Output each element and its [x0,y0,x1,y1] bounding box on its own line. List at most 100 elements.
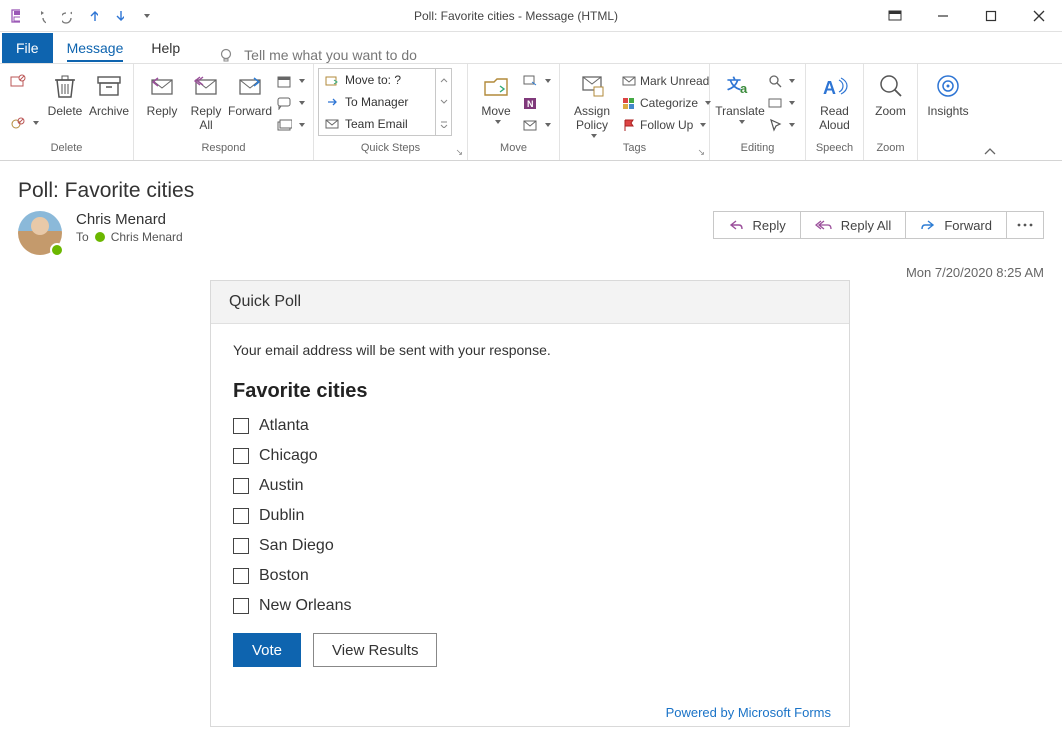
checkbox-icon[interactable] [233,598,249,614]
powered-by-link[interactable]: Powered by Microsoft Forms [211,691,849,726]
junk-icon [10,116,26,130]
envelope-icon [622,75,636,87]
group-label-zoom: Zoom [864,142,917,160]
poll-option[interactable]: Dublin [233,507,827,525]
mark-unread-button[interactable]: Mark Unread [618,70,715,92]
tab-file[interactable]: File [2,33,53,63]
action-reply-all-button[interactable]: Reply All [800,211,907,239]
reply-all-icon [192,74,220,98]
assign-policy-button[interactable]: Assign Policy [566,68,618,138]
to-manager-icon [325,96,339,108]
next-item-button[interactable] [108,5,130,27]
checkbox-icon[interactable] [233,418,249,434]
window-controls [872,0,1062,32]
follow-up-button[interactable]: Follow Up [618,114,715,136]
launcher-icon[interactable]: ↘ [697,147,705,158]
archive-button[interactable]: Archive [87,68,131,118]
more-dots-icon [1017,223,1033,227]
meeting-button[interactable] [272,70,309,92]
poll-privacy-note: Your email address will be sent with you… [233,342,827,358]
insights-icon [935,73,961,99]
action-reply-button[interactable]: Reply [713,211,800,239]
reply-button[interactable]: Reply [140,68,184,118]
read-aloud-icon: A [821,74,849,98]
checkbox-icon[interactable] [233,448,249,464]
actions-icon [522,118,538,132]
redo-icon [62,8,72,24]
qs-scroll-up[interactable] [436,69,451,91]
group-label-tags: Tags↘ [560,142,709,160]
poll-option[interactable]: Atlanta [233,417,827,435]
zoom-button[interactable]: Zoom [869,68,913,118]
reply-all-button[interactable]: Reply All [184,68,228,132]
view-results-button[interactable]: View Results [313,633,437,667]
ribbon-display-options-button[interactable] [872,0,918,32]
sender-avatar[interactable] [18,211,62,255]
rules-button[interactable] [518,70,555,92]
poll-option[interactable]: San Diego [233,537,827,555]
qs-expand[interactable] [436,113,451,135]
im-button[interactable] [272,92,309,114]
presence-dot-icon [95,232,105,242]
ignore-icon [10,74,26,88]
related-button[interactable] [764,92,799,114]
onenote-button[interactable]: N [518,92,555,114]
group-label-quicksteps: Quick Steps↘ [314,142,467,160]
minimize-button[interactable] [920,0,966,32]
ribbon-options-icon [888,10,902,22]
poll-option[interactable]: Austin [233,477,827,495]
actions-button[interactable] [518,114,555,136]
previous-item-button[interactable] [82,5,104,27]
more-respond-button[interactable] [272,114,309,136]
save-button[interactable] [4,5,26,27]
poll-option[interactable]: Chicago [233,447,827,465]
reply-arrow-icon [728,218,744,232]
qs-to-manager[interactable]: To Manager [319,91,435,113]
recipients-line: To Chris Menard [76,230,699,244]
reply-icon [148,74,176,98]
select-button[interactable] [764,114,799,136]
checkbox-icon[interactable] [233,538,249,554]
group-label-speech: Speech [806,142,863,160]
poll-option[interactable]: Boston [233,567,827,585]
translate-button[interactable]: 文a Translate [716,68,764,124]
launcher-icon[interactable]: ↘ [455,147,463,158]
collapse-ribbon-button[interactable] [978,64,1002,160]
qat-customize-button[interactable] [134,5,156,27]
insights-button[interactable]: Insights [924,68,972,118]
read-aloud-button[interactable]: A Read Aloud [813,68,857,132]
chevron-up-icon [440,77,448,83]
undo-button[interactable] [30,5,52,27]
checkbox-icon[interactable] [233,478,249,494]
poll-option[interactable]: New Orleans [233,597,827,615]
delete-button[interactable]: Delete [43,68,87,118]
tab-message[interactable]: Message [53,33,138,63]
more-respond-icon [276,118,292,132]
forward-button[interactable]: Forward [228,68,272,118]
find-button[interactable] [764,70,799,92]
action-more-button[interactable] [1006,211,1044,239]
message-header: Poll: Favorite cities Chris Menard To Ch… [0,161,1062,259]
tell-me-search[interactable]: Tell me what you want to do [218,47,417,63]
svg-text:a: a [740,81,748,96]
arrow-up-icon [88,9,98,23]
categorize-button[interactable]: Categorize [618,92,715,114]
quick-steps-gallery[interactable]: Move to: ? To Manager Team Email [318,68,452,136]
vote-button[interactable]: Vote [233,633,301,667]
checkbox-icon[interactable] [233,508,249,524]
move-button[interactable]: Move [474,68,518,124]
tab-help[interactable]: Help [137,33,194,63]
qs-scroll-down[interactable] [436,91,451,113]
redo-button[interactable] [56,5,78,27]
action-forward-button[interactable]: Forward [905,211,1007,239]
sender-name: Chris Menard [76,211,699,228]
presence-indicator [50,243,64,257]
zoom-icon [878,73,904,99]
close-button[interactable] [1016,0,1062,32]
qs-team-email[interactable]: Team Email [319,113,435,135]
junk-button[interactable] [6,112,43,134]
checkbox-icon[interactable] [233,568,249,584]
qs-move-to[interactable]: Move to: ? [319,69,435,91]
ignore-button[interactable] [6,70,43,92]
maximize-button[interactable] [968,0,1014,32]
